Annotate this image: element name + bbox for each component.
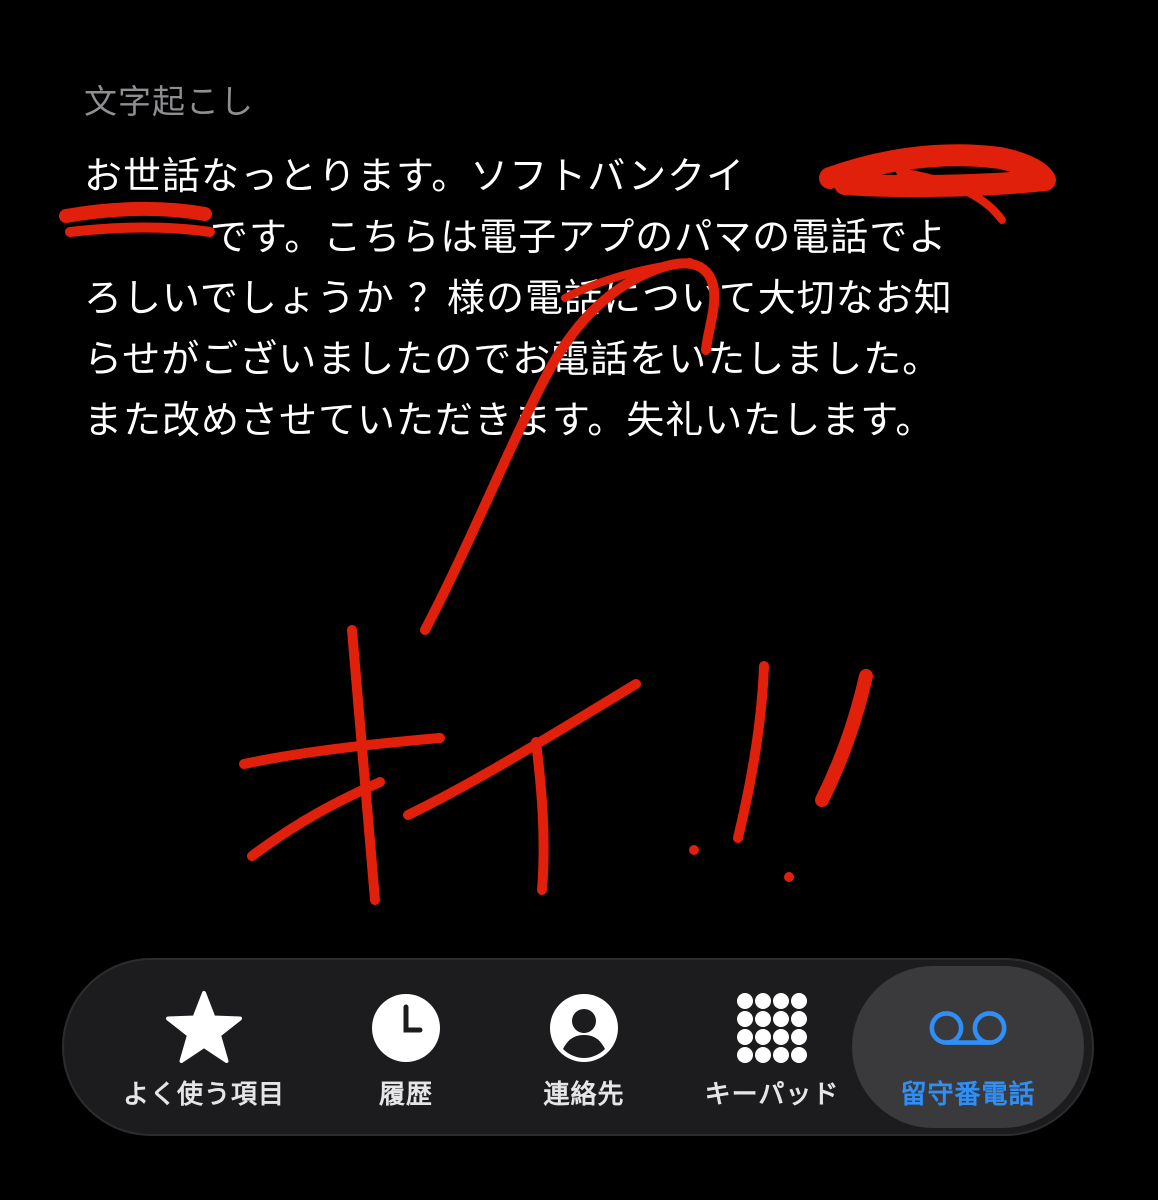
- handwritten-stroke: [733, 661, 769, 843]
- transcript-text: お世話なっとります。ソフトバンクイ です。こちらは電子アプのパマの電話でよ ろし…: [84, 146, 1074, 451]
- transcript-line: お世話なっとります。ソフトバンクイ: [84, 154, 746, 198]
- transcript-label: 文字起こし: [84, 82, 254, 121]
- transcript-line: ろしいでしょうか ？様の電話について大切なお知: [84, 276, 953, 320]
- person-circle-icon: [544, 988, 624, 1068]
- transcript-line: です。こちらは電子アプのパマの電話でよ: [210, 215, 948, 259]
- tab-recents[interactable]: 履歴: [306, 966, 506, 1128]
- handwritten-stroke: [531, 737, 549, 895]
- handwritten-stroke: [815, 669, 873, 807]
- transcript-line: また改めさせていただきます。失礼いたします。: [84, 398, 935, 442]
- tab-favorites[interactable]: よく使う項目: [104, 966, 304, 1128]
- handwritten-stroke: [247, 777, 385, 861]
- tab-label: よく使う項目: [122, 1080, 285, 1110]
- tab-label: 連絡先: [543, 1080, 625, 1110]
- voicemail-icon: [928, 988, 1008, 1068]
- handwritten-stroke: [347, 625, 380, 905]
- transcript-line: らせがございましたのでお電話をいたしました。: [84, 337, 942, 381]
- handwritten-dot: [784, 872, 794, 882]
- keypad-icon: [732, 988, 812, 1068]
- tab-label: キーパッド: [704, 1080, 840, 1110]
- handwritten-stroke: [403, 679, 641, 820]
- handwritten-stroke: [239, 733, 445, 769]
- clock-icon: [366, 988, 446, 1068]
- tab-contacts[interactable]: 連絡先: [484, 966, 684, 1128]
- tab-label: 履歴: [378, 1080, 433, 1110]
- star-icon: [164, 988, 244, 1068]
- tab-label: 留守番電話: [900, 1080, 1036, 1110]
- handwritten-dot: [689, 845, 699, 855]
- tab-bar: よく使う項目 履歴 連絡先 キーパッド 留守番電話: [62, 958, 1094, 1136]
- tab-keypad[interactable]: キーパッド: [672, 966, 872, 1128]
- tab-voicemail[interactable]: 留守番電話: [852, 966, 1084, 1128]
